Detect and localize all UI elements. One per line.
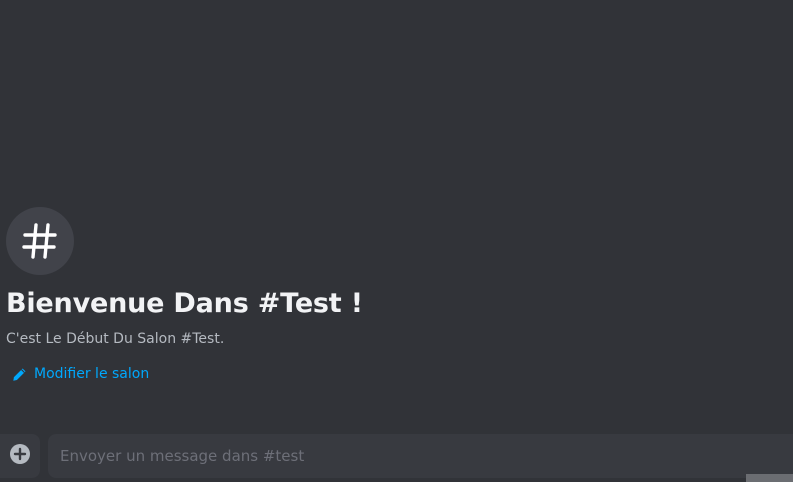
hashtag-icon	[19, 220, 61, 262]
channel-welcome: Bienvenue Dans #Test ! C'est Le Début Du…	[6, 207, 786, 384]
welcome-subtitle: C'est Le Début Du Salon #Test.	[6, 331, 225, 347]
channel-badge	[6, 207, 74, 275]
channel-view: Bienvenue Dans #Test ! C'est Le Début Du…	[0, 0, 793, 482]
message-box	[48, 434, 793, 478]
message-composer	[0, 434, 793, 478]
attach-button[interactable]	[0, 434, 40, 478]
pencil-icon	[12, 367, 34, 382]
welcome-title: Bienvenue Dans #Test !	[6, 288, 363, 319]
edit-channel-label: Modifier le salon	[34, 366, 150, 382]
plus-circle-icon	[9, 443, 31, 469]
scrollbar-thumb[interactable]	[746, 474, 793, 482]
edit-channel-link[interactable]: Modifier le salon	[12, 364, 786, 384]
message-input[interactable]	[60, 434, 780, 478]
